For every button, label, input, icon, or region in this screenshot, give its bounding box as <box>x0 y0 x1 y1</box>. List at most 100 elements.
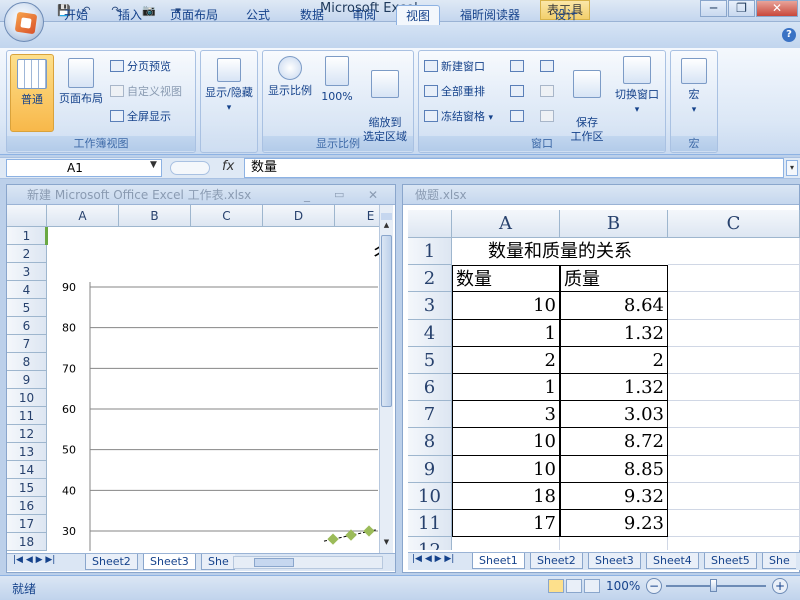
table-data-cell[interactable]: 1 <box>452 319 560 347</box>
cell[interactable] <box>668 265 800 293</box>
row-header[interactable]: 12 <box>7 425 47 443</box>
page-layout-view-button[interactable]: 页面布局 <box>56 58 106 128</box>
row-header[interactable]: 10 <box>7 389 47 407</box>
row-header[interactable]: 11 <box>408 510 452 538</box>
name-box[interactable]: A1 <box>6 159 162 177</box>
unhide-button[interactable] <box>510 108 527 126</box>
table-data-cell[interactable]: 3 <box>452 401 560 429</box>
row-header[interactable]: 4 <box>7 281 47 299</box>
normal-view-status-icon[interactable] <box>548 579 564 593</box>
row-header[interactable]: 5 <box>408 346 452 374</box>
table-data-cell[interactable]: 17 <box>452 510 560 538</box>
cell[interactable] <box>668 428 800 456</box>
table-data-cell[interactable]: 10 <box>452 455 560 483</box>
cell[interactable] <box>668 401 800 429</box>
left-vertical-scrollbar[interactable]: ▲ ▼ <box>379 205 393 553</box>
table-header-cell[interactable]: 数量 <box>452 265 560 293</box>
insert-function-icon[interactable]: fx <box>222 159 234 174</box>
column-header[interactable]: C <box>191 205 263 227</box>
sheet-nav-icons[interactable]: |◀ ◀ ▶ ▶| <box>13 555 55 565</box>
cell[interactable] <box>668 238 800 266</box>
sheet-tab-active[interactable]: Sheet3 <box>143 554 196 570</box>
row-header[interactable]: 13 <box>7 443 47 461</box>
scroll-down-icon[interactable]: ▼ <box>381 538 392 550</box>
column-header[interactable]: B <box>560 210 668 238</box>
sheet-nav-icons[interactable]: |◀ ◀ ▶ ▶| <box>412 554 454 564</box>
minimize-button[interactable]: ─ <box>700 0 727 17</box>
row-header[interactable]: 18 <box>7 533 47 551</box>
new-window-button[interactable]: 新建窗口 <box>424 58 485 76</box>
view-side-by-side-button[interactable] <box>540 58 557 76</box>
expand-formula-bar-icon[interactable]: ▾ <box>786 160 798 176</box>
table-data-cell[interactable]: 1 <box>452 374 560 402</box>
column-header[interactable]: B <box>119 205 191 227</box>
row-header[interactable]: 17 <box>7 515 47 533</box>
row-header[interactable]: 3 <box>408 292 452 320</box>
tab-foxit-reader[interactable]: 福昕阅读器 <box>450 5 530 25</box>
row-header[interactable]: 2 <box>408 265 452 293</box>
row-header[interactable]: 10 <box>408 482 452 510</box>
h-scroll-thumb[interactable] <box>254 558 294 567</box>
table-data-cell[interactable]: 1.32 <box>560 374 668 402</box>
row-header[interactable]: 1 <box>408 238 452 266</box>
row-header[interactable]: 11 <box>7 407 47 425</box>
cell[interactable] <box>668 292 800 320</box>
table-data-cell[interactable]: 9.32 <box>560 482 668 510</box>
zoom-in-icon[interactable]: + <box>772 578 788 594</box>
page-layout-status-icon[interactable] <box>566 579 582 593</box>
switch-windows-button[interactable]: 切换窗口 ▾ <box>610 56 664 134</box>
row-header[interactable]: 12 <box>408 537 452 550</box>
table-data-cell[interactable]: 1.32 <box>560 319 668 347</box>
cell[interactable] <box>668 374 800 402</box>
scroll-up-icon[interactable]: ▲ <box>381 221 392 233</box>
row-header[interactable]: 15 <box>7 479 47 497</box>
sheet-tab[interactable]: She <box>762 553 796 569</box>
zoom-level[interactable]: 100% <box>606 579 640 593</box>
tab-view[interactable]: 视图 <box>396 5 440 25</box>
left-close-icon[interactable]: ✕ <box>368 188 378 202</box>
table-data-cell[interactable]: 2 <box>560 346 668 374</box>
cell[interactable] <box>668 537 800 550</box>
help-icon[interactable]: ? <box>782 28 796 42</box>
tab-review[interactable]: 审阅 <box>342 5 386 25</box>
column-header[interactable]: D <box>263 205 335 227</box>
row-header[interactable]: 9 <box>7 371 47 389</box>
table-data-cell[interactable]: 8.64 <box>560 292 668 320</box>
zoom-to-selection-button[interactable]: 缩放到 选定区域 <box>358 56 412 143</box>
zoom-out-icon[interactable]: − <box>646 578 662 594</box>
table-data-cell[interactable]: 8.72 <box>560 428 668 456</box>
select-all-corner[interactable] <box>7 205 47 227</box>
left-horizontal-scrollbar[interactable] <box>233 556 383 569</box>
column-header[interactable]: E <box>335 205 379 227</box>
cell[interactable] <box>668 346 800 374</box>
column-header[interactable]: A <box>47 205 119 227</box>
table-data-cell[interactable]: 2 <box>452 346 560 374</box>
cell[interactable] <box>560 537 668 550</box>
tab-page-layout[interactable]: 页面布局 <box>160 5 228 25</box>
tab-design[interactable]: 设计 <box>544 5 588 25</box>
table-data-cell[interactable]: 18 <box>452 482 560 510</box>
formula-input[interactable]: 数量 <box>244 158 784 178</box>
row-header[interactable]: 5 <box>7 299 47 317</box>
zoom-slider-thumb[interactable] <box>710 579 717 592</box>
page-break-preview-button[interactable]: 分页预览 <box>110 58 171 76</box>
zoom-100-button[interactable]: 100% <box>318 56 356 126</box>
full-screen-button[interactable]: 全屏显示 <box>110 108 171 126</box>
table-data-cell[interactable]: 9.23 <box>560 510 668 538</box>
left-sheet-grid[interactable]: A B C D E 123456789101112131415161718 彳 … <box>7 205 379 553</box>
row-header[interactable]: 6 <box>7 317 47 335</box>
macros-button[interactable]: 宏 ▾ <box>672 58 716 128</box>
sheet-tab[interactable]: Sheet5 <box>704 553 757 569</box>
office-button[interactable] <box>4 2 44 42</box>
show-hide-button[interactable]: 显示/隐藏 ▾ <box>201 58 257 128</box>
row-header[interactable]: 7 <box>408 401 452 429</box>
save-workspace-button[interactable]: 保存 工作区 <box>564 56 610 143</box>
column-header[interactable]: C <box>668 210 800 238</box>
sheet-tab-active[interactable]: Sheet1 <box>472 553 525 569</box>
cell[interactable] <box>668 319 800 347</box>
row-header[interactable]: 16 <box>7 497 47 515</box>
table-data-cell[interactable]: 3.03 <box>560 401 668 429</box>
table-data-cell[interactable]: 8.85 <box>560 455 668 483</box>
row-header[interactable]: 7 <box>7 335 47 353</box>
tab-formulas[interactable]: 公式 <box>236 5 280 25</box>
